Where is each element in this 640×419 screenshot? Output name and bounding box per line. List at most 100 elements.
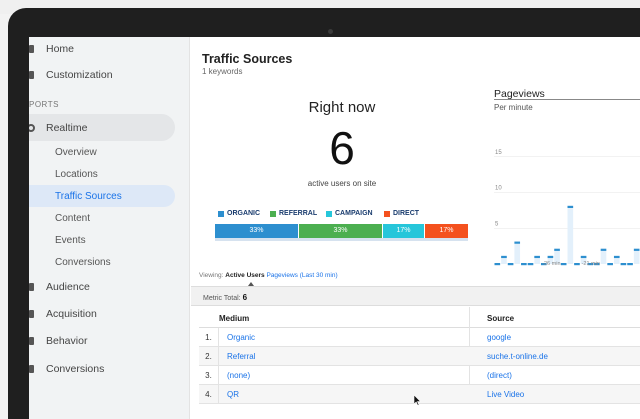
bar-value bbox=[607, 263, 613, 266]
active-users-count: 6 bbox=[329, 122, 355, 174]
bar-fill bbox=[514, 242, 521, 264]
source-link[interactable]: (direct) bbox=[487, 371, 512, 380]
bar-value bbox=[514, 241, 521, 244]
sidebar-item-label: Audience bbox=[46, 281, 90, 293]
home-icon bbox=[29, 45, 34, 53]
page-subtitle: 1 keywords bbox=[202, 67, 243, 76]
medium-link[interactable]: Referral bbox=[227, 352, 255, 361]
distribution-segment: 33% bbox=[299, 224, 382, 238]
bar-value bbox=[547, 255, 554, 259]
bar-value bbox=[554, 248, 560, 251]
table-header: Medium Source bbox=[199, 307, 640, 328]
table-row: 1. Organic google bbox=[199, 328, 640, 347]
behavior-icon bbox=[29, 337, 34, 345]
bar-value bbox=[507, 263, 514, 266]
metric-total-label: Metric Total: bbox=[203, 295, 241, 302]
sidebar: Home Customization PORTS Realtime Overvi… bbox=[29, 37, 190, 419]
legend-swatch bbox=[326, 211, 332, 217]
row-number: 1. bbox=[199, 328, 219, 347]
legend-label: REFERRAL bbox=[279, 210, 318, 217]
main-content: Traffic Sources 1 keywords Right now 6 a… bbox=[191, 37, 640, 419]
sidebar-subitem-locations[interactable]: Locations bbox=[55, 169, 98, 180]
bar-value bbox=[580, 255, 587, 259]
bar-fill bbox=[633, 249, 640, 264]
bar-value bbox=[494, 263, 501, 266]
mouse-pointer-icon bbox=[414, 395, 422, 406]
sidebar-subitem-content[interactable]: Content bbox=[55, 213, 90, 224]
bar-fill bbox=[600, 249, 607, 264]
distribution-segment: 33% bbox=[215, 224, 298, 238]
tab-active-users[interactable]: Active Users bbox=[225, 272, 264, 279]
acquisition-icon bbox=[29, 310, 34, 318]
bar-value bbox=[534, 255, 540, 259]
bar-value bbox=[501, 255, 507, 259]
y-tick-label: 10 bbox=[495, 186, 502, 192]
row-number: 2. bbox=[199, 347, 219, 366]
bar-value bbox=[600, 248, 607, 251]
distribution-bar-shadow bbox=[215, 238, 468, 241]
viewing-toggle: Viewing: Active Users Pageviews (Last 30… bbox=[199, 272, 338, 279]
pageviews-divider bbox=[494, 99, 640, 100]
pageviews-chart: 15 10 5 -26 min -21 min bbox=[494, 150, 640, 267]
bar-value bbox=[633, 248, 640, 251]
source-link[interactable]: Live Video bbox=[487, 390, 524, 399]
distribution-bar: 33% 33% 17% 17% bbox=[215, 224, 468, 238]
screen: Home Customization PORTS Realtime Overvi… bbox=[29, 37, 640, 419]
table-row: 3. (none) (direct) bbox=[199, 366, 640, 385]
bar-value bbox=[627, 263, 633, 266]
column-header-source[interactable]: Source bbox=[487, 314, 514, 323]
bar-fill bbox=[567, 206, 574, 264]
page-title: Traffic Sources bbox=[202, 52, 293, 66]
sidebar-item-label: Acquisition bbox=[46, 308, 97, 320]
active-users-caption: active users on site bbox=[307, 179, 377, 188]
customization-icon bbox=[29, 71, 34, 79]
column-header-medium[interactable]: Medium bbox=[219, 314, 249, 323]
sidebar-subitem-conversions[interactable]: Conversions bbox=[55, 257, 111, 268]
legend-swatch bbox=[218, 211, 224, 217]
x-tick-label: -21 min bbox=[582, 261, 600, 267]
sidebar-item-label: Home bbox=[46, 43, 75, 55]
distribution-segment: 17% bbox=[425, 224, 468, 238]
legend-label: CAMPAIGN bbox=[335, 210, 373, 217]
pageviews-subtitle: Per minute bbox=[494, 103, 533, 112]
bar-value bbox=[567, 205, 574, 208]
sidebar-item-label: Conversions bbox=[46, 363, 105, 375]
viewing-prefix: Viewing: bbox=[199, 272, 224, 279]
sidebar-item-label: Customization bbox=[46, 69, 113, 81]
medium-link[interactable]: QR bbox=[227, 390, 239, 399]
x-tick-label: -26 min bbox=[542, 261, 560, 267]
bar-value bbox=[560, 263, 567, 266]
bar-value bbox=[613, 255, 620, 259]
row-number: 4. bbox=[199, 385, 219, 404]
table-row: 2. Referral suche.t-online.de bbox=[199, 347, 640, 366]
sidebar-subitem-overview[interactable]: Overview bbox=[55, 147, 97, 158]
sidebar-subitem-events[interactable]: Events bbox=[55, 235, 86, 246]
section-label: PORTS bbox=[29, 100, 59, 109]
medium-link[interactable]: (none) bbox=[227, 371, 250, 380]
camera-icon bbox=[328, 29, 333, 34]
metric-total-bar: Metric Total: 6 bbox=[191, 286, 640, 306]
conversions-icon bbox=[29, 365, 34, 373]
sidebar-item-label: Behavior bbox=[46, 335, 88, 347]
audience-icon bbox=[29, 283, 34, 291]
tab-pageviews[interactable]: Pageviews (Last 30 min) bbox=[266, 272, 337, 279]
bar-value bbox=[521, 263, 527, 266]
sidebar-item-label: Realtime bbox=[46, 122, 88, 134]
row-number: 3. bbox=[199, 366, 219, 385]
y-tick-label: 15 bbox=[495, 150, 502, 156]
distribution-segment: 17% bbox=[383, 224, 424, 238]
metric-total: Metric Total: 6 bbox=[203, 293, 247, 302]
legend-label: DIRECT bbox=[393, 210, 420, 217]
metric-total-value: 6 bbox=[242, 293, 248, 302]
medium-link[interactable]: Organic bbox=[227, 333, 255, 342]
bar-value bbox=[620, 263, 627, 266]
source-link[interactable]: google bbox=[487, 333, 511, 342]
sidebar-subitem-traffic-sources[interactable]: Traffic Sources bbox=[55, 191, 122, 202]
legend-swatch bbox=[270, 211, 276, 217]
y-tick-label: 5 bbox=[495, 221, 499, 227]
legend-label: ORGANIC bbox=[227, 210, 261, 217]
right-now-label: Right now bbox=[308, 99, 376, 116]
legend-swatch bbox=[384, 211, 390, 217]
source-link[interactable]: suche.t-online.de bbox=[487, 352, 548, 361]
bar-value bbox=[574, 263, 580, 266]
